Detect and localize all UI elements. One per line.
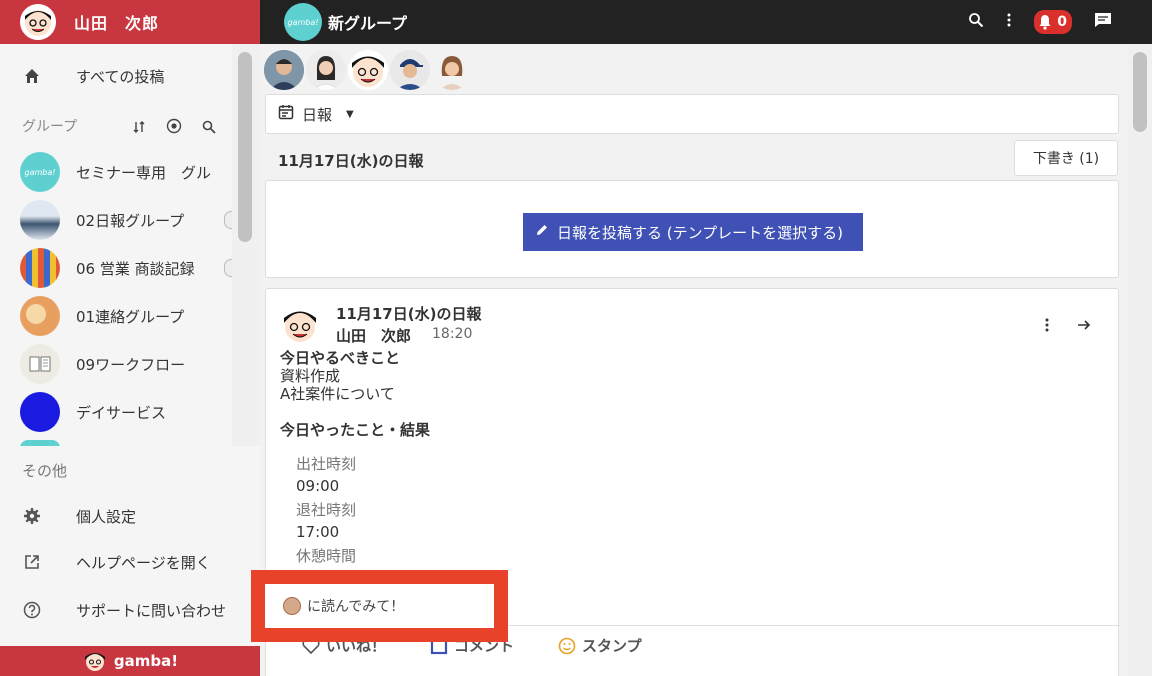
main-scroll-thumb[interactable]	[1133, 52, 1147, 132]
groups-section-label: グループ	[22, 119, 78, 135]
report-title: 11月17日(水)の日報	[336, 305, 482, 323]
author-avatar[interactable]	[280, 305, 320, 349]
pencil-icon	[535, 223, 549, 241]
read-request-highlight[interactable]: に読んでみて！	[251, 570, 508, 642]
filter-label: 日報	[302, 105, 333, 124]
arrow-right-icon[interactable]	[1076, 317, 1092, 337]
sidebar: 山田 次郎 すべての投稿 グループ gamba! セミナー専用 グル 02日報グ…	[0, 0, 260, 676]
group-label: 09ワークフロー	[76, 355, 186, 374]
post-report-label: 日報を投稿する (テンプレートを選択する)	[557, 223, 844, 242]
member-avatar[interactable]	[432, 50, 472, 90]
group-avatar	[20, 344, 60, 384]
stamp-label: スタンプ	[582, 637, 642, 655]
gear-icon	[22, 506, 42, 526]
group-avatar	[20, 296, 60, 336]
nav-contact-support[interactable]: サポートに問い合わせ	[0, 586, 260, 634]
report-author: 山田 次郎	[336, 327, 412, 345]
home-icon	[22, 66, 42, 86]
member-avatar[interactable]	[264, 50, 304, 90]
mascot-icon	[84, 653, 105, 671]
group-tools	[132, 118, 216, 138]
nav-personal-settings-label: 個人設定	[76, 507, 137, 526]
group-avatar	[20, 200, 60, 240]
top-actions: 0	[968, 0, 1112, 44]
search-icon[interactable]	[968, 12, 984, 32]
group-badge	[224, 259, 232, 277]
stamp-button[interactable]: スタンプ	[558, 635, 642, 656]
group-avatar	[20, 248, 60, 288]
nav-all-posts-label: すべての投稿	[76, 67, 165, 86]
group-item[interactable]: デイサービス	[0, 388, 232, 436]
external-link-icon	[22, 552, 42, 572]
bell-icon	[1038, 14, 1052, 34]
top-bar: gamba! 新グループ 0	[260, 0, 1152, 44]
group-label: 06 営業 商談記録	[76, 259, 195, 278]
field-value: 09:00	[296, 477, 340, 495]
user-name: 山田 次郎	[74, 14, 160, 33]
nav-personal-settings[interactable]: 個人設定	[0, 492, 232, 540]
sidebar-scroll-thumb[interactable]	[238, 52, 252, 242]
search-group-icon[interactable]	[202, 119, 216, 138]
main-scrollbar[interactable]	[1128, 44, 1152, 676]
chat-icon[interactable]	[1094, 12, 1112, 32]
mini-avatar	[283, 597, 301, 615]
calendar-icon	[278, 104, 294, 124]
member-avatars	[264, 50, 472, 90]
report-time: 18:20	[432, 326, 473, 342]
field-value: 17:00	[296, 523, 340, 541]
smiley-icon	[558, 637, 576, 654]
nav-contact-support-label: サポートに問い合わせ	[76, 601, 227, 620]
todo-line: A社案件について	[280, 385, 395, 403]
group-item[interactable]: gamba! セミナー専用 グル	[0, 148, 232, 196]
brand-name: gamba!	[113, 652, 179, 670]
caret-down-icon: ▼	[346, 108, 354, 120]
other-section-label: その他	[22, 462, 68, 480]
brand-footer: gamba!	[0, 646, 260, 676]
done-heading: 今日やったこと・結果	[280, 421, 431, 439]
read-request-text: に読んでみて！	[307, 599, 405, 615]
user-avatar	[20, 4, 56, 40]
member-avatar[interactable]	[348, 50, 388, 90]
user-header[interactable]: 山田 次郎	[0, 0, 260, 44]
date-heading: 11月17日(水)の日報	[278, 152, 424, 170]
notification-button[interactable]: 0	[1034, 10, 1072, 34]
member-avatar[interactable]	[306, 50, 346, 90]
group-avatar: gamba!	[20, 152, 60, 192]
member-avatar[interactable]	[390, 50, 430, 90]
sort-icon[interactable]	[132, 119, 146, 138]
group-label: 01連絡グループ	[76, 307, 185, 326]
book-icon	[29, 356, 51, 372]
group-item[interactable]: 01連絡グループ	[0, 292, 232, 340]
more-vert-icon[interactable]	[1006, 12, 1012, 32]
post-type-filter[interactable]: 日報 ▼	[265, 94, 1119, 134]
nav-open-help-label: ヘルプページを開く	[76, 553, 211, 572]
group-avatar	[20, 392, 60, 432]
draft-button[interactable]: 下書き (1)	[1014, 140, 1118, 176]
field-label: 出社時刻	[296, 455, 357, 473]
sidebar-scrollbar[interactable]	[232, 44, 260, 446]
post-report-button[interactable]: 日報を投稿する (テンプレートを選択する)	[523, 213, 863, 251]
group-badge	[224, 211, 232, 229]
add-group-icon[interactable]	[166, 118, 182, 138]
nav-all-posts[interactable]: すべての投稿	[0, 52, 232, 100]
nav-open-help[interactable]: ヘルプページを開く	[0, 538, 232, 586]
field-label: 退社時刻	[296, 501, 357, 519]
group-item[interactable]: 09ワークフロー	[0, 340, 232, 388]
group-item[interactable]: 06 営業 商談記録	[0, 244, 232, 292]
group-icon[interactable]: gamba!	[284, 3, 322, 41]
notification-count: 0	[1057, 14, 1067, 30]
group-label: セミナー専用 グル	[76, 163, 212, 182]
field-label: 休憩時間	[296, 547, 357, 565]
group-label: デイサービス	[76, 403, 167, 422]
post-composer: 日報を投稿する (テンプレートを選択する)	[265, 180, 1119, 278]
group-item[interactable]: 02日報グループ	[0, 196, 232, 244]
help-circle-icon	[22, 600, 42, 620]
group-title: 新グループ	[328, 14, 408, 33]
more-vert-icon[interactable]	[1044, 317, 1050, 337]
group-label: 02日報グループ	[76, 211, 185, 230]
